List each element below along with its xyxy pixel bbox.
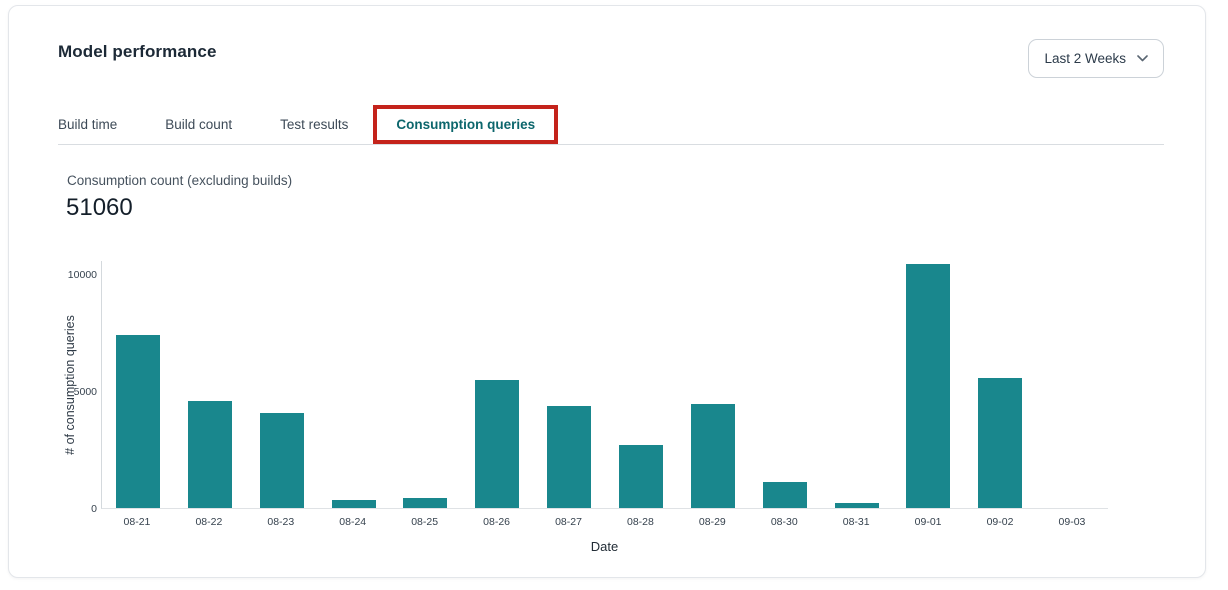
tab-test-results[interactable]: Test results [280, 117, 348, 132]
bar-08-22[interactable] [188, 401, 232, 508]
x-tick-label: 08-24 [317, 516, 389, 528]
bar-slot [821, 261, 893, 508]
bar-slot [605, 261, 677, 508]
time-range-value: Last 2 Weeks [1044, 51, 1126, 66]
x-tick-label: 08-27 [533, 516, 605, 528]
bar-slot [749, 261, 821, 508]
x-tick-label: 08-30 [748, 516, 820, 528]
chevron-down-icon [1137, 55, 1148, 62]
y-tick-label: 5000 [74, 386, 97, 399]
bar-slot [1036, 261, 1108, 508]
bar-09-02[interactable] [978, 378, 1022, 508]
bar-slot [102, 261, 174, 508]
bar-slot [246, 261, 318, 508]
y-tick-label: 0 [91, 503, 97, 516]
bar-08-23[interactable] [260, 413, 304, 508]
bar-08-26[interactable] [475, 380, 519, 508]
page-title: Model performance [58, 42, 217, 62]
time-range-dropdown[interactable]: Last 2 Weeks [1028, 39, 1164, 78]
bar-08-21[interactable] [116, 335, 160, 508]
bar-08-28[interactable] [619, 445, 663, 508]
bar-slot [389, 261, 461, 508]
x-tick-label: 08-23 [245, 516, 317, 528]
x-axis-ticks: 08-2108-2208-2308-2408-2508-2608-2708-28… [101, 516, 1108, 528]
bar-slot [533, 261, 605, 508]
tab-build-count[interactable]: Build count [165, 117, 232, 132]
x-tick-label: 08-21 [101, 516, 173, 528]
x-tick-label: 08-31 [820, 516, 892, 528]
x-tick-label: 08-28 [604, 516, 676, 528]
annotation-highlight-box: Consumption queries [373, 105, 558, 144]
metric-value: 51060 [66, 194, 133, 222]
plot-area [101, 261, 1108, 509]
bar-slot [174, 261, 246, 508]
x-tick-label: 09-01 [892, 516, 964, 528]
bar-08-27[interactable] [547, 406, 591, 508]
bar-slot [964, 261, 1036, 508]
x-axis-title: Date [101, 539, 1108, 554]
x-tick-label: 08-29 [676, 516, 748, 528]
bar-slot [892, 261, 964, 508]
model-performance-card: Model performance Last 2 Weeks Build tim… [8, 5, 1206, 578]
tab-bar: Build time Build count Test results Cons… [58, 103, 558, 145]
bar-08-24[interactable] [332, 500, 376, 508]
x-tick-label: 09-02 [964, 516, 1036, 528]
bar-08-30[interactable] [763, 482, 807, 508]
tab-consumption-queries[interactable]: Consumption queries [396, 117, 535, 132]
x-tick-label: 08-25 [389, 516, 461, 528]
bar-09-01[interactable] [906, 264, 950, 508]
tab-build-time[interactable]: Build time [58, 117, 117, 132]
y-axis-ticks: 0500010000 [9, 261, 97, 509]
x-tick-label: 08-26 [461, 516, 533, 528]
bar-08-29[interactable] [691, 404, 735, 508]
bar-slot [461, 261, 533, 508]
x-tick-label: 09-03 [1036, 516, 1108, 528]
bar-08-31[interactable] [835, 503, 879, 508]
bar-slot [318, 261, 390, 508]
tab-divider [58, 144, 1164, 145]
x-tick-label: 08-22 [173, 516, 245, 528]
bar-slot [677, 261, 749, 508]
bar-08-25[interactable] [403, 498, 447, 508]
y-tick-label: 10000 [68, 269, 97, 282]
metric-label: Consumption count (excluding builds) [67, 173, 292, 188]
